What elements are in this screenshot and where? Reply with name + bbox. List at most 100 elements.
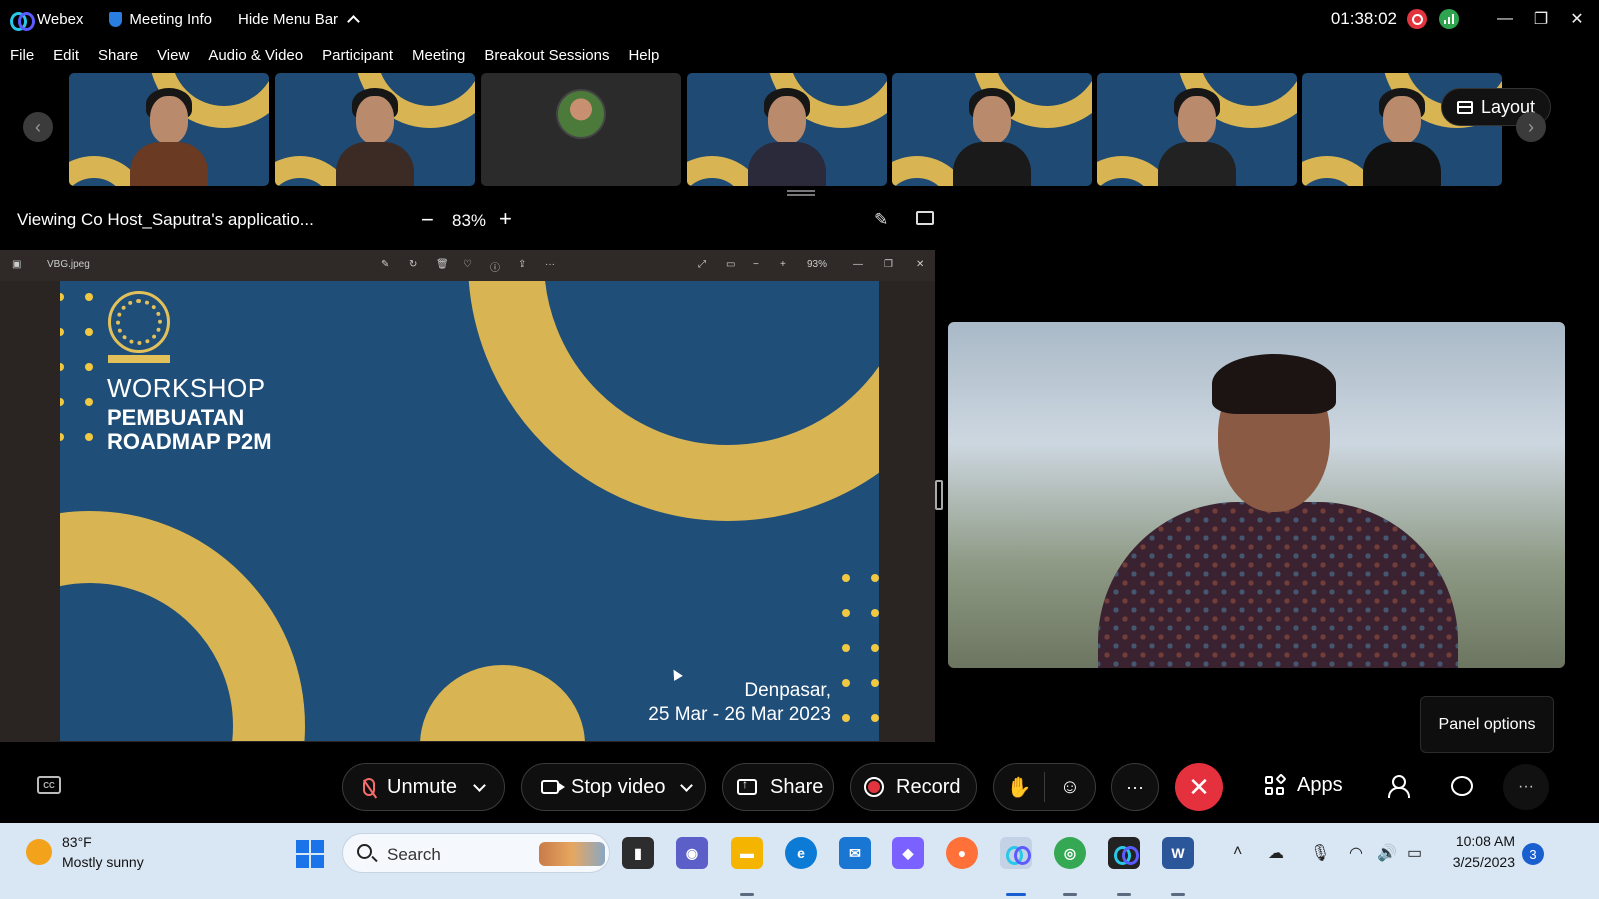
panel-splitter[interactable] xyxy=(935,480,943,510)
panel-options-button[interactable]: Panel options xyxy=(1420,696,1554,753)
apps-label: Apps xyxy=(1297,774,1343,796)
apps-button[interactable]: Apps xyxy=(1265,772,1343,797)
fit-icon[interactable]: ▭ xyxy=(726,259,735,270)
windows-start-icon[interactable] xyxy=(296,840,324,868)
firefox-icon[interactable]: ● xyxy=(946,837,978,869)
reactions-icon[interactable]: ☺ xyxy=(1045,763,1095,811)
onedrive-cloud-icon[interactable]: ☁ xyxy=(1268,843,1284,863)
weather-temperature[interactable]: 83°F xyxy=(62,834,92,850)
clock-date[interactable]: 3/25/2023 xyxy=(1445,854,1515,870)
file-explorer-icon[interactable]: ▬ xyxy=(731,837,763,869)
edit-icon[interactable]: ✎ xyxy=(381,259,389,270)
more-options-button[interactable]: ··· xyxy=(1111,763,1159,811)
chat-icon[interactable] xyxy=(1451,776,1473,796)
university-seal-band xyxy=(108,355,170,363)
clock-time[interactable]: 10:08 AM xyxy=(1451,833,1515,849)
chevron-up-icon[interactable]: ˄ xyxy=(1233,843,1242,861)
close-icon[interactable]: ✕ xyxy=(1559,0,1595,38)
participant-avatar-tile[interactable] xyxy=(481,73,681,186)
favorite-icon[interactable]: ♡ xyxy=(463,259,472,270)
avatar xyxy=(556,89,606,139)
weather-condition[interactable]: Mostly sunny xyxy=(62,854,144,870)
chevron-right-icon[interactable]: › xyxy=(1516,112,1546,142)
screen-options-icon[interactable] xyxy=(916,211,934,225)
recording-indicator-icon[interactable] xyxy=(1407,9,1427,29)
title-bar: Webex Meeting Info Hide Menu Bar 01:38:0… xyxy=(0,0,1599,38)
closed-captions-icon[interactable]: CC xyxy=(37,776,61,794)
menu-meeting[interactable]: Meeting xyxy=(412,47,465,64)
edge-browser-icon[interactable]: e xyxy=(785,837,817,869)
zoom-out-button[interactable]: − xyxy=(421,207,434,233)
zoom-in-button[interactable]: + xyxy=(499,206,512,232)
mic-muted-icon[interactable]: 🎙 xyxy=(1310,843,1330,863)
menu-share[interactable]: Share xyxy=(98,47,138,64)
more-options-icon[interactable]: ··· xyxy=(545,259,555,270)
expand-icon[interactable]: ⤢ xyxy=(698,259,706,270)
delete-icon[interactable]: 🗑 xyxy=(436,259,449,270)
participant-figure xyxy=(748,88,826,186)
network-health-icon[interactable] xyxy=(1439,9,1459,29)
participants-icon[interactable] xyxy=(1388,775,1410,798)
copilot-icon[interactable]: ◆ xyxy=(892,837,924,869)
leave-meeting-button[interactable]: ✕ xyxy=(1175,763,1223,811)
panel-menu-button[interactable]: ··· xyxy=(1503,764,1549,810)
participant-video-tile[interactable] xyxy=(69,73,269,186)
chevron-down-icon[interactable] xyxy=(679,778,693,792)
webex-meetings-icon[interactable] xyxy=(1108,837,1140,869)
notification-badge[interactable]: 3 xyxy=(1522,843,1544,865)
zoom-out-icon[interactable]: − xyxy=(753,259,759,270)
taskbar-search-input[interactable]: Search xyxy=(342,833,610,873)
zoom-level: 83% xyxy=(452,211,487,230)
volume-icon[interactable]: 🔊 xyxy=(1377,843,1397,863)
restore-icon[interactable]: ❐ xyxy=(1523,0,1559,38)
gallery-icon[interactable]: ▣ xyxy=(12,259,21,270)
participant-video-tile[interactable] xyxy=(275,73,475,186)
menu-edit[interactable]: Edit xyxy=(53,47,79,64)
active-speaker-video[interactable] xyxy=(948,322,1565,668)
task-view-icon[interactable]: ▮ xyxy=(622,837,654,869)
hide-menu-bar-button[interactable]: Hide Menu Bar xyxy=(238,11,360,28)
slide-dots xyxy=(85,293,93,468)
participant-video-tile[interactable] xyxy=(892,73,1092,186)
viewer-close-icon[interactable]: ✕ xyxy=(916,259,924,270)
meeting-info-button[interactable]: Meeting Info xyxy=(109,11,212,28)
participant-video-tile[interactable] xyxy=(1097,73,1297,186)
record-button[interactable]: Record xyxy=(850,763,977,811)
teams-chat-icon[interactable]: ◉ xyxy=(676,837,708,869)
mail-icon[interactable]: ✉ xyxy=(839,837,871,869)
share-button[interactable]: Share xyxy=(722,763,834,811)
viewer-restore-icon[interactable]: ❐ xyxy=(884,259,893,270)
slide-location: Denpasar, xyxy=(744,680,831,701)
menu-file[interactable]: File xyxy=(10,47,34,64)
strip-resize-handle[interactable] xyxy=(787,190,815,196)
menu-view[interactable]: View xyxy=(157,47,189,64)
annotate-icon[interactable]: ✎ xyxy=(874,210,888,230)
raise-hand-icon[interactable]: ✋ xyxy=(994,763,1044,811)
viewer-minimize-icon[interactable]: — xyxy=(853,259,863,270)
menu-help[interactable]: Help xyxy=(628,47,659,64)
menu-breakout-sessions[interactable]: Breakout Sessions xyxy=(484,47,609,64)
battery-icon[interactable]: ▭ xyxy=(1407,843,1422,863)
rotate-icon[interactable]: ↻ xyxy=(409,259,417,270)
menu-audio-video[interactable]: Audio & Video xyxy=(208,47,303,64)
microphone-muted-icon xyxy=(363,778,375,796)
search-highlight-image xyxy=(539,842,605,866)
participant-video-tile[interactable] xyxy=(687,73,887,186)
stop-video-button[interactable]: Stop video xyxy=(521,763,706,811)
speaker-shirt-pattern xyxy=(1098,502,1458,668)
wifi-icon[interactable]: ◠ xyxy=(1349,843,1363,863)
running-indicator xyxy=(1117,893,1131,896)
menu-participant[interactable]: Participant xyxy=(322,47,393,64)
chevron-down-icon[interactable] xyxy=(473,778,486,792)
zoom-in-icon[interactable]: + xyxy=(780,259,786,270)
unmute-button[interactable]: Unmute xyxy=(342,763,505,811)
chevron-left-icon[interactable]: ‹ xyxy=(23,112,53,142)
webex-taskbar-icon[interactable] xyxy=(1000,837,1032,869)
word-icon[interactable]: W xyxy=(1162,837,1194,869)
chrome-icon[interactable]: ◎ xyxy=(1054,837,1086,869)
record-icon xyxy=(864,777,884,797)
share-file-icon[interactable]: ⇪ xyxy=(518,259,526,270)
minimize-icon[interactable]: — xyxy=(1487,0,1523,38)
info-icon[interactable]: ⓘ xyxy=(490,259,500,274)
weather-sun-icon[interactable] xyxy=(26,839,52,865)
